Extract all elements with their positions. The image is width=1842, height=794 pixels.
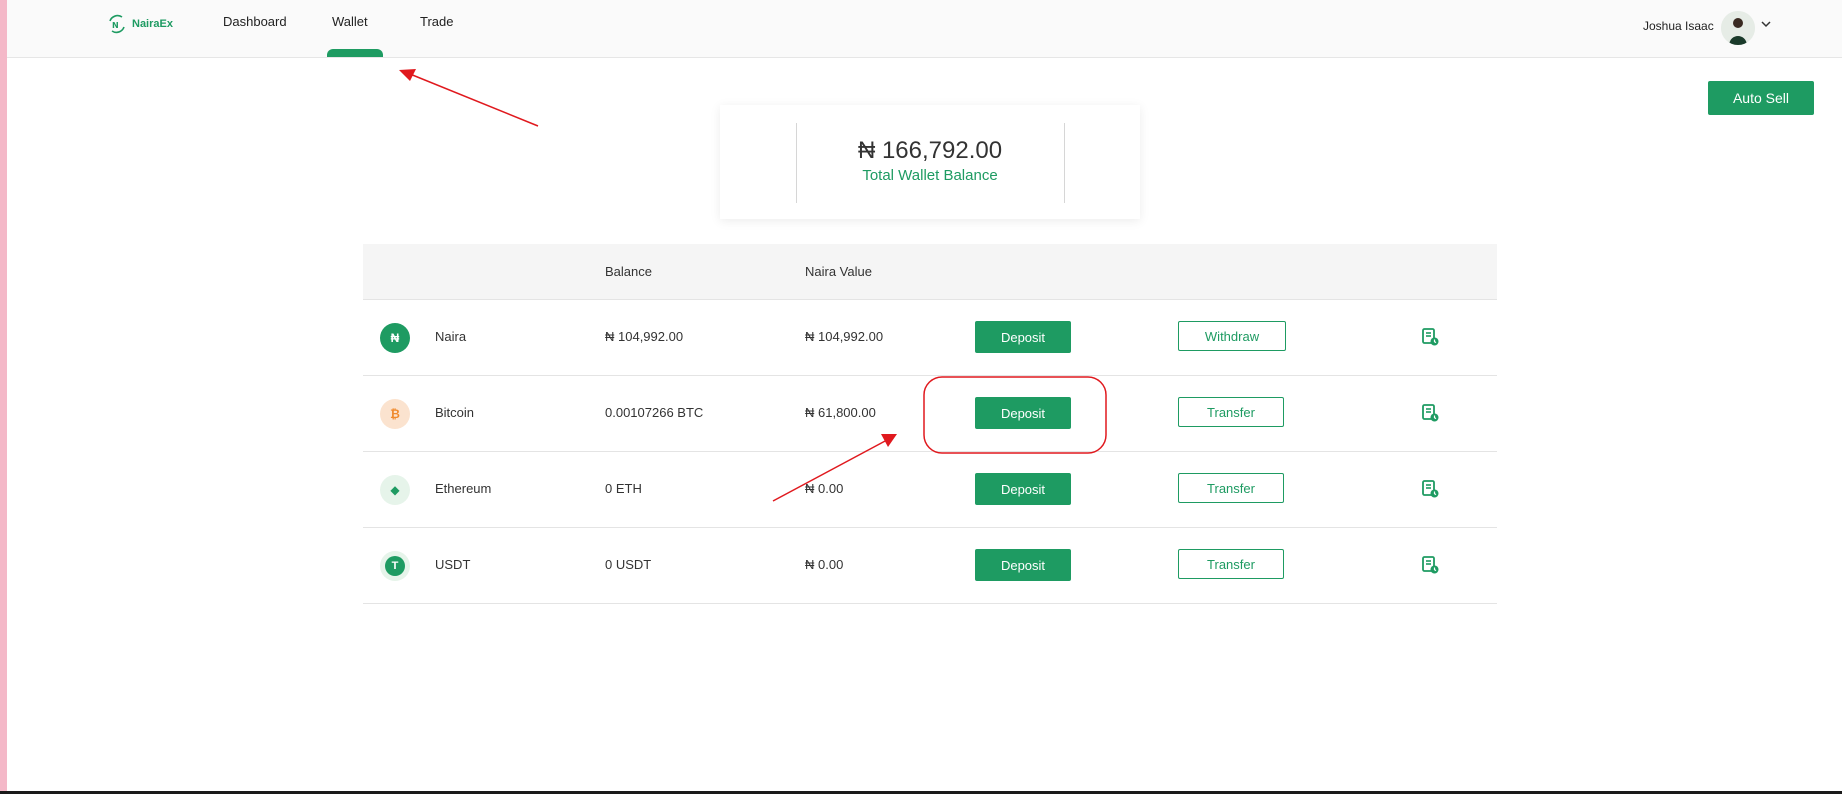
svg-text:N: N (112, 21, 119, 30)
deposit-button[interactable]: Deposit (975, 397, 1071, 429)
transfer-button[interactable]: Transfer (1178, 397, 1284, 427)
deposit-button[interactable]: Deposit (975, 549, 1071, 581)
deposit-button[interactable]: Deposit (975, 473, 1071, 505)
asset-balance: 0 ETH (605, 481, 642, 496)
bitcoin-icon: ₿ (380, 399, 410, 429)
asset-naira-value: ₦ 0.00 (805, 557, 844, 572)
asset-balance: ₦ 104,992.00 (605, 329, 684, 344)
deposit-button[interactable]: Deposit (975, 321, 1071, 353)
annotation-arrow-wallet-tab (399, 69, 539, 127)
table-row: T USDT 0 USDT ₦ 0.00 Deposit Transfer (363, 528, 1497, 604)
column-header-naira-value: Naira Value (805, 264, 872, 279)
table-row: ₿ Bitcoin 0.00107266 BTC ₦ 61,800.00 Dep… (363, 376, 1497, 452)
tether-glyph: T (385, 556, 405, 576)
transfer-button[interactable]: Transfer (1178, 549, 1284, 579)
table-header: Balance Naira Value (363, 244, 1497, 300)
brand-logo[interactable]: N NairaEx (106, 13, 173, 35)
auto-sell-button[interactable]: Auto Sell (1708, 81, 1814, 115)
asset-name: Naira (435, 329, 467, 344)
total-balance-label: Total Wallet Balance (862, 167, 998, 184)
table-row: ◆ Ethereum 0 ETH ₦ 0.00 Deposit Transfer (363, 452, 1497, 528)
transfer-button[interactable]: Transfer (1178, 473, 1284, 503)
wallet-balance-card: ₦ 166,792.00 Total Wallet Balance (720, 105, 1140, 219)
transaction-history-icon[interactable] (1420, 555, 1440, 575)
window-left-border (0, 0, 7, 794)
asset-balance: 0 USDT (605, 557, 652, 572)
brand-name: NairaEx (132, 18, 173, 30)
asset-name: Ethereum (435, 481, 492, 496)
asset-naira-value: ₦ 61,800.00 (805, 405, 876, 420)
withdraw-button[interactable]: Withdraw (1178, 321, 1286, 351)
tether-icon: T (380, 551, 410, 581)
nairaex-logo-icon: N (109, 14, 125, 34)
asset-balance: 0.00107266 BTC (605, 405, 704, 420)
table-row: ₦ Naira ₦ 104,992.00 ₦ 104,992.00 Deposi… (363, 300, 1497, 376)
nav-active-indicator (327, 49, 383, 57)
user-avatar-icon (1721, 11, 1755, 45)
transaction-history-icon[interactable] (1420, 327, 1440, 347)
asset-name: Bitcoin (435, 405, 475, 420)
asset-naira-value: ₦ 0.00 (805, 481, 844, 496)
wallet-table: Balance Naira Value ₦ Naira ₦ 104,992.00… (363, 244, 1497, 604)
avatar[interactable] (1721, 11, 1755, 45)
total-balance-amount: ₦ 166,792.00 (857, 137, 1003, 164)
user-name[interactable]: Joshua Isaac (1643, 19, 1714, 33)
asset-name: USDT (435, 557, 471, 572)
chevron-down-icon[interactable] (1759, 17, 1773, 31)
ethereum-icon: ◆ (380, 475, 410, 505)
wallet-page: N NairaEx Dashboard Wallet Trade Joshua … (0, 0, 1842, 794)
nav-dashboard[interactable]: Dashboard (223, 14, 287, 29)
column-header-balance: Balance (605, 264, 652, 279)
nav-trade[interactable]: Trade (420, 14, 453, 29)
nav-wallet[interactable]: Wallet (332, 14, 368, 29)
transaction-history-icon[interactable] (1420, 403, 1440, 423)
naira-icon: ₦ (380, 323, 410, 353)
top-navbar: N NairaEx Dashboard Wallet Trade Joshua … (7, 0, 1842, 58)
asset-naira-value: ₦ 104,992.00 (805, 329, 884, 344)
transaction-history-icon[interactable] (1420, 479, 1440, 499)
